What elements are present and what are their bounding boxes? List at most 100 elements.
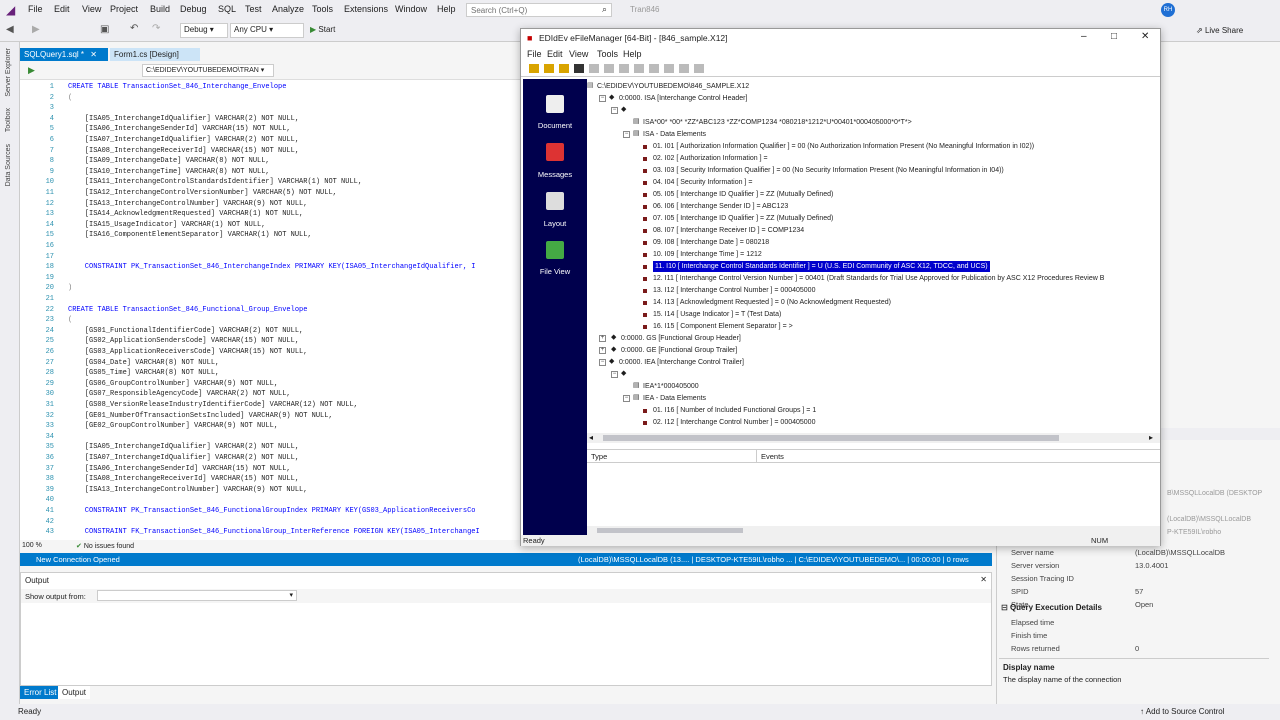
avatar[interactable]: RH: [1161, 3, 1175, 17]
scroll-thumb[interactable]: [603, 435, 1059, 441]
collapse-icon[interactable]: −: [623, 395, 630, 402]
tree-node-selected[interactable]: 11. I10 [ Interchange Control Standards …: [653, 261, 990, 272]
property-value[interactable]: (LocalDB)\MSSQLLocalDB: [1135, 548, 1225, 557]
tree-node[interactable]: ISA*00* *00* *ZZ*ABC123 *ZZ*COMP1234 *08…: [643, 117, 912, 128]
tree-node[interactable]: IEA - Data Elements: [643, 393, 706, 404]
tree-node[interactable]: 14. I13 [ Acknowledgment Requested ] = 0…: [653, 297, 891, 308]
expand-icon[interactable]: +: [599, 335, 606, 342]
menu-item[interactable]: Extensions: [344, 4, 388, 14]
sql-editor[interactable]: 1 CREATE TABLE TransactionSet_846_Interch…: [20, 80, 522, 540]
property-value[interactable]: 13.0.4001: [1135, 561, 1168, 570]
menu-item[interactable]: Test: [245, 4, 262, 14]
toolbar-button-icon[interactable]: [694, 64, 704, 73]
tab-output[interactable]: Output: [58, 686, 91, 699]
tree-node[interactable]: 13. I12 [ Interchange Control Number ] =…: [653, 285, 815, 296]
edidev-menu-item[interactable]: Tools: [597, 49, 618, 59]
tree-node[interactable]: 05. I05 [ Interchange ID Qualifier ] = Z…: [653, 189, 833, 200]
edi-tree-view[interactable]: ▤ C:\EDIDEV\YOUTUBEDEMO\846_SAMPLE.X12− ◆ 0…: [587, 79, 1160, 443]
data-sources-tab[interactable]: Data Sources: [5, 144, 12, 186]
tree-node[interactable]: 0:0000. GS [Functional Group Header]: [621, 333, 741, 344]
collapse-icon[interactable]: −: [599, 95, 606, 102]
toolbar-button-icon[interactable]: [544, 64, 554, 73]
menu-item[interactable]: File: [28, 4, 43, 14]
toolbar-button-icon[interactable]: [574, 64, 584, 73]
forward-icon[interactable]: ▶: [32, 24, 40, 35]
toolbar-button-icon[interactable]: [634, 64, 644, 73]
menu-item[interactable]: Debug: [180, 4, 207, 14]
tree-node[interactable]: 08. I07 [ Interchange Receiver ID ] = CO…: [653, 225, 804, 236]
menu-item[interactable]: Build: [150, 4, 170, 14]
toolbar-button-icon[interactable]: [604, 64, 614, 73]
tree-node[interactable]: 0:0000. IEA [Interchange Control Trailer…: [619, 357, 744, 368]
col-type[interactable]: Type: [591, 452, 607, 461]
nav-document[interactable]: Document: [523, 121, 587, 130]
scroll-left-icon[interactable]: ◂: [589, 433, 593, 442]
execute-icon[interactable]: ▶: [28, 65, 35, 76]
tree-node[interactable]: IEA*1*000405000: [643, 381, 699, 392]
tree-node[interactable]: 01. I16 [ Number of Included Functional …: [653, 405, 816, 416]
menu-item[interactable]: Project: [110, 4, 138, 14]
events-scroll-thumb[interactable]: [597, 528, 743, 533]
tab-form1-design[interactable]: Form1.cs [Design]: [110, 48, 200, 61]
nav-layout[interactable]: Layout: [523, 219, 587, 228]
tree-node[interactable]: 10. I09 [ Interchange Time ] = 1212: [653, 249, 762, 260]
menu-item[interactable]: Edit: [54, 4, 70, 14]
menu-item[interactable]: Analyze: [272, 4, 304, 14]
collapse-icon[interactable]: −: [623, 131, 630, 138]
menu-item[interactable]: Window: [395, 4, 427, 14]
tree-node[interactable]: 16. I15 [ Component Element Separator ] …: [653, 321, 793, 332]
menu-item[interactable]: Tools: [312, 4, 333, 14]
tree-node[interactable]: 15. I14 [ Usage Indicator ] = T (Test Da…: [653, 309, 781, 320]
tree-node[interactable]: 07. I05 [ Interchange ID Qualifier ] = Z…: [653, 213, 833, 224]
edidev-menu-item[interactable]: Edit: [547, 49, 563, 59]
back-icon[interactable]: ◀: [6, 24, 14, 35]
menu-item[interactable]: Help: [437, 4, 456, 14]
tree-node[interactable]: 01. I01 [ Authorization Information Qual…: [653, 141, 1034, 152]
edidev-menu-item[interactable]: View: [569, 49, 588, 59]
maximize-icon[interactable]: □: [1111, 31, 1117, 42]
menu-item[interactable]: SQL: [218, 4, 236, 14]
close-window-icon[interactable]: ✕: [1141, 31, 1149, 42]
start-button[interactable]: ▶ Start: [310, 25, 335, 34]
tree-horizontal-scrollbar[interactable]: ◂ ▸: [587, 433, 1160, 443]
collapse-icon[interactable]: −: [599, 359, 606, 366]
undo-icon[interactable]: ↶: [130, 23, 138, 34]
tree-node[interactable]: C:\EDIDEV\YOUTUBEDEMO\846_SAMPLE.X12: [597, 81, 749, 92]
tab-error-list[interactable]: Error List: [20, 686, 61, 699]
events-hscroll[interactable]: [587, 526, 1160, 535]
toolbox-tab[interactable]: Toolbox: [5, 108, 12, 132]
nav-messages[interactable]: Messages: [523, 170, 587, 179]
platform-dropdown[interactable]: Any CPU ▾: [230, 23, 304, 38]
tab-sqlquery1[interactable]: SQLQuery1.sql * ✕: [20, 48, 108, 61]
toolbar-button-icon[interactable]: [529, 64, 539, 73]
output-close-icon[interactable]: ✕: [980, 575, 987, 584]
menu-item[interactable]: View: [82, 4, 101, 14]
tree-node[interactable]: 04. I04 [ Security Information ] =: [653, 177, 752, 188]
tree-node[interactable]: 02. I12 [ Interchange Control Number ] =…: [653, 417, 815, 428]
live-share-button[interactable]: ⇗ Live Share: [1196, 26, 1243, 35]
close-icon[interactable]: ✕: [90, 50, 97, 59]
toolbar-button-icon[interactable]: [559, 64, 569, 73]
toolbar-button-icon[interactable]: [619, 64, 629, 73]
collapse-icon[interactable]: −: [611, 107, 618, 114]
collapse-icon[interactable]: −: [611, 371, 618, 378]
tree-node[interactable]: 02. I02 [ Authorization Information ] =: [653, 153, 768, 164]
server-explorer-tab[interactable]: Server Explorer: [5, 48, 12, 97]
edidev-menu-item[interactable]: File: [527, 49, 542, 59]
nav-file-view[interactable]: File View: [523, 267, 587, 276]
zoom-level[interactable]: 100 %: [22, 542, 42, 549]
property-value[interactable]: Open: [1135, 600, 1153, 609]
tree-node[interactable]: 06. I06 [ Interchange Sender ID ] = ABC1…: [653, 201, 788, 212]
config-dropdown[interactable]: Debug ▾: [180, 23, 228, 38]
search-box[interactable]: Search (Ctrl+Q) ⌕: [466, 3, 612, 17]
save-icon[interactable]: ▣: [100, 24, 109, 35]
toolbar-button-icon[interactable]: [589, 64, 599, 73]
toolbar-button-icon[interactable]: [664, 64, 674, 73]
toolbar-button-icon[interactable]: [649, 64, 659, 73]
source-control-button[interactable]: ↑ Add to Source Control: [1140, 707, 1225, 716]
tree-node[interactable]: 09. I08 [ Interchange Date ] = 080218: [653, 237, 769, 248]
tree-node[interactable]: ISA - Data Elements: [643, 129, 706, 140]
edidev-menu-item[interactable]: Help: [623, 49, 642, 59]
search-input[interactable]: Search (Ctrl+Q): [471, 6, 527, 15]
col-events[interactable]: Events: [761, 452, 784, 461]
